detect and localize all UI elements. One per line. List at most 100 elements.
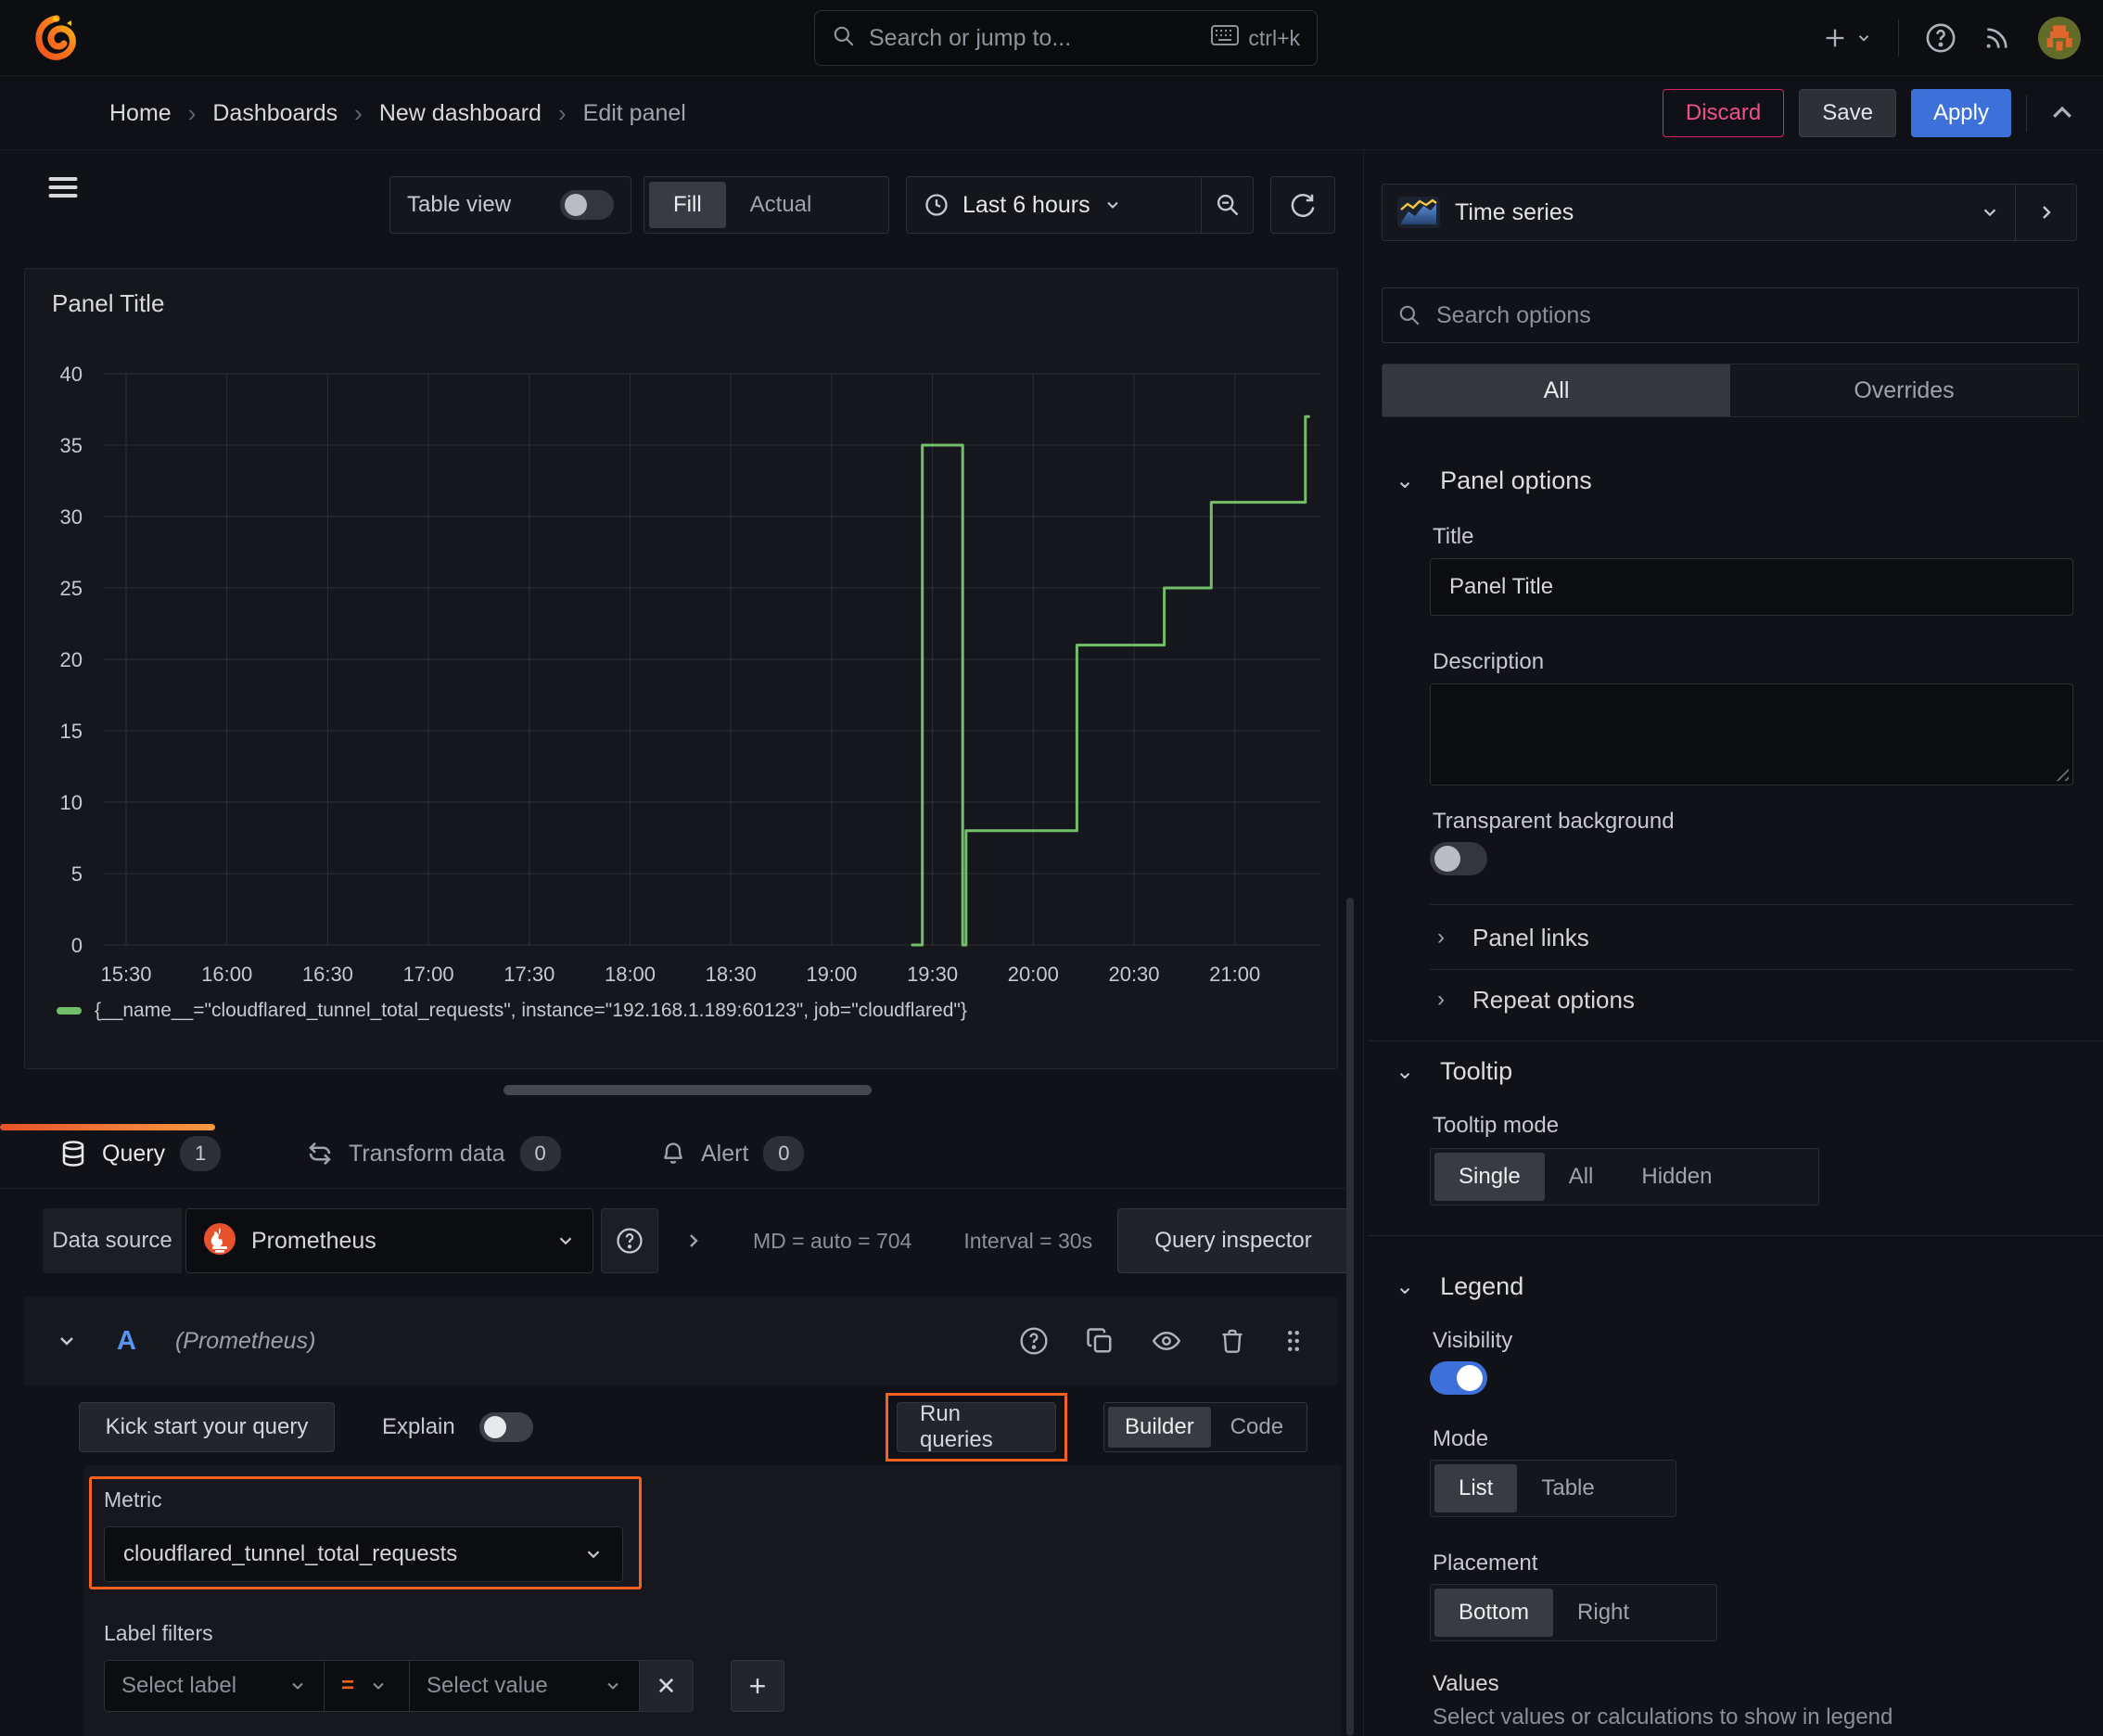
tooltip-section-title: Tooltip [1440, 1057, 1513, 1085]
tooltip-all-option[interactable]: All [1545, 1153, 1618, 1201]
refresh-button[interactable] [1270, 176, 1335, 234]
tab-overrides[interactable]: Overrides [1730, 364, 2078, 416]
svg-text:15: 15 [60, 720, 83, 743]
fill-option[interactable]: Fill [649, 182, 726, 228]
tooltip-single-option[interactable]: Single [1434, 1153, 1545, 1201]
run-queries-button[interactable]: Run queries [897, 1401, 1056, 1452]
legend-mode-list-option[interactable]: List [1434, 1464, 1518, 1513]
query-help-icon[interactable] [1019, 1326, 1049, 1356]
legend-placement-bottom-option[interactable]: Bottom [1434, 1589, 1554, 1637]
explain-control: Explain [382, 1402, 533, 1452]
panel-title-input[interactable]: Panel Title [1430, 558, 2073, 616]
tooltip-section-header[interactable]: ⌄ Tooltip [1396, 1057, 1512, 1086]
tooltip-hidden-option[interactable]: Hidden [1617, 1153, 1736, 1201]
datasource-help-button[interactable] [601, 1208, 658, 1273]
description-textarea[interactable] [1430, 683, 2073, 785]
svg-text:18:30: 18:30 [706, 963, 757, 986]
operator-value: = [341, 1673, 355, 1698]
tab-query-badge: 1 [180, 1136, 222, 1171]
panel-resize-handle[interactable] [503, 1085, 872, 1095]
chevron-down-icon [1106, 201, 1118, 209]
select-value-placeholder: Select value [427, 1673, 548, 1698]
select-label-dropdown[interactable]: Select label [104, 1660, 325, 1712]
metric-select[interactable]: cloudflared_tunnel_total_requests [104, 1526, 623, 1582]
apply-button[interactable]: Apply [1910, 89, 2011, 137]
time-series-chart[interactable]: 0 5 10 15 20 25 30 35 40 15:30 16:00 16:30 17:00 17:3… [25, 269, 1339, 1070]
tab-transform-data[interactable]: Transform data 0 [306, 1128, 561, 1180]
options-search-input[interactable]: Search options [1382, 287, 2079, 343]
builder-option[interactable]: Builder [1108, 1407, 1211, 1448]
remove-filter-button[interactable]: ✕ [640, 1660, 694, 1712]
kick-start-query-button[interactable]: Kick start your query [79, 1402, 335, 1452]
collapse-header-icon[interactable] [2042, 99, 2083, 127]
delete-query-trash-icon[interactable] [1219, 1327, 1245, 1355]
transparent-background-toggle[interactable] [1430, 842, 1487, 875]
breadcrumb-dashboards[interactable]: Dashboards [212, 100, 338, 127]
actions-divider [2026, 95, 2027, 132]
zoom-out-button[interactable] [1201, 177, 1253, 233]
question-circle-icon [617, 1228, 643, 1254]
query-inspector-button[interactable]: Query inspector [1117, 1208, 1349, 1273]
actual-option[interactable]: Actual [726, 182, 836, 228]
legend-visibility-toggle[interactable] [1430, 1361, 1487, 1395]
panel-edit-actions: Discard Save Apply [1662, 76, 2083, 150]
title-field-label: Title [1433, 524, 1474, 549]
user-avatar[interactable] [2038, 17, 2081, 59]
datasource-select[interactable]: Prometheus [185, 1208, 593, 1273]
news-rss-icon[interactable] [1982, 23, 2012, 53]
legend-visibility-label: Visibility [1433, 1328, 1513, 1353]
svg-text:16:30: 16:30 [302, 963, 353, 986]
legend-mode-table-option[interactable]: Table [1517, 1464, 1618, 1513]
query-options-expand[interactable] [682, 1208, 705, 1273]
query-actions-row: Kick start your query Explain Run querie… [24, 1393, 1338, 1467]
code-option[interactable]: Code [1211, 1407, 1303, 1448]
save-button[interactable]: Save [1799, 89, 1896, 137]
breadcrumb-home[interactable]: Home [109, 100, 172, 127]
time-range-button[interactable]: Last 6 hours [907, 177, 1201, 233]
options-divider [1430, 969, 2073, 970]
query-options-summary[interactable]: MD = auto = 704 Interval = 30s [753, 1208, 1092, 1273]
global-search-input[interactable]: Search or jump to... ctrl+k [814, 10, 1318, 66]
tab-alert[interactable]: Alert 0 [660, 1128, 805, 1180]
discard-button[interactable]: Discard [1662, 89, 1785, 137]
add-menu-button[interactable] [1822, 25, 1872, 51]
help-icon[interactable] [1925, 22, 1956, 54]
visualization-select-button[interactable]: Time series [1383, 185, 2015, 240]
chart-legend[interactable]: {__name__="cloudflared_tunnel_total_requ… [57, 1000, 967, 1022]
legend-placement-right-option[interactable]: Right [1553, 1589, 1653, 1637]
query-datasource-hint: (Prometheus) [174, 1327, 316, 1354]
breadcrumb-separator-icon: › [187, 98, 197, 127]
chevron-right-icon [690, 1234, 698, 1247]
select-value-dropdown[interactable]: Select value [410, 1660, 640, 1712]
textarea-resize-handle[interactable] [2052, 764, 2069, 781]
tabs-divider [0, 1188, 1354, 1189]
main-scrollbar[interactable] [1346, 898, 1354, 1736]
select-label-placeholder: Select label [121, 1673, 237, 1698]
builder-code-switch: Builder Code [1103, 1402, 1307, 1452]
chevron-right-icon: › [1437, 925, 1445, 950]
tab-all[interactable]: All [1383, 364, 1730, 416]
legend-section-header[interactable]: ⌄ Legend [1396, 1272, 1523, 1301]
viz-suggestions-button[interactable] [2015, 185, 2076, 240]
chevron-down-icon: ⌄ [1396, 1059, 1415, 1084]
hide-query-eye-icon[interactable] [1151, 1327, 1182, 1355]
search-placeholder: Search or jump to... [869, 24, 1072, 51]
operator-dropdown[interactable]: = [325, 1660, 410, 1712]
panel-options-header[interactable]: ⌄ Panel options [1396, 466, 1592, 495]
table-view-toggle[interactable] [560, 190, 614, 220]
add-filter-button[interactable]: + [731, 1660, 784, 1712]
tab-query[interactable]: Query 1 [59, 1128, 222, 1180]
explain-toggle[interactable] [478, 1412, 533, 1442]
query-ref-id[interactable]: A [117, 1326, 136, 1357]
collapse-query-icon[interactable] [56, 1330, 78, 1352]
duplicate-query-icon[interactable] [1086, 1327, 1114, 1355]
menu-hamburger-icon[interactable] [45, 171, 85, 206]
chart-panel: Panel Title 0 5 10 15 20 25 30 35 40 15:30 16:00 16… [24, 268, 1338, 1069]
chevron-down-icon [559, 1237, 572, 1245]
drag-grip-icon[interactable] [1282, 1327, 1305, 1355]
grafana-logo-icon[interactable] [33, 15, 80, 61]
panel-links-section[interactable]: › Panel links [1437, 913, 1589, 962]
label-filters-label: Label filters [104, 1621, 213, 1645]
breadcrumb-new-dashboard[interactable]: New dashboard [379, 100, 542, 127]
repeat-options-section[interactable]: › Repeat options [1437, 976, 1635, 1024]
